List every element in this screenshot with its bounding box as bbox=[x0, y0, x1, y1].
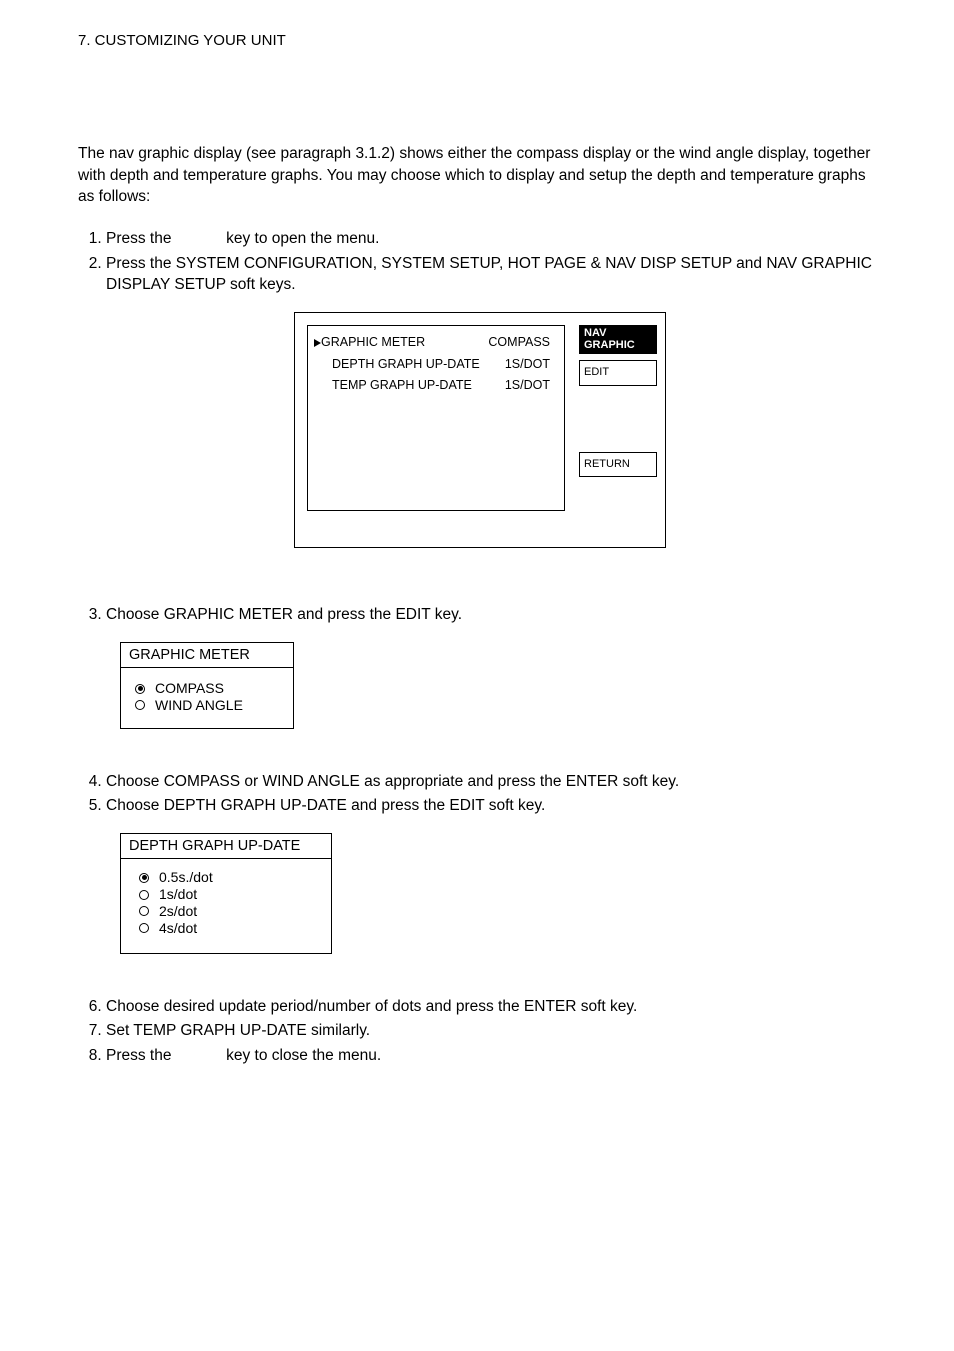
menu-row-2[interactable]: TEMP GRAPH UP-DATE 1S/DOT bbox=[314, 377, 556, 395]
gm-option-compass-label: COMPASS bbox=[155, 680, 224, 697]
return-softkey[interactable]: RETURN bbox=[579, 452, 657, 477]
graphic-meter-box-title: GRAPHIC METER bbox=[121, 643, 293, 668]
step-1-post: key to open the menu. bbox=[222, 230, 380, 247]
menu-row-0-label: GRAPHIC METER bbox=[314, 334, 425, 352]
graphic-meter-box: GRAPHIC METER COMPASS WIND ANGLE bbox=[120, 642, 294, 729]
step-8-pre: Press the bbox=[106, 1047, 176, 1064]
dg-option-3-label: 4s/dot bbox=[159, 920, 197, 937]
step-7: Set TEMP GRAPH UP-DATE similarly. bbox=[106, 1020, 882, 1042]
radio-empty-icon bbox=[139, 923, 149, 933]
graphic-meter-box-body: COMPASS WIND ANGLE bbox=[121, 668, 293, 728]
dg-option-2[interactable]: 2s/dot bbox=[139, 903, 317, 920]
step-8-post: key to close the menu. bbox=[222, 1047, 381, 1064]
page: 7. CUSTOMIZING YOUR UNIT The nav graphic… bbox=[0, 0, 954, 1351]
menu-content-pane: GRAPHIC METER COMPASS DEPTH GRAPH UP-DAT… bbox=[307, 325, 565, 511]
sidebar-title-line2: GRAPHIC bbox=[584, 339, 635, 351]
menu-row-0[interactable]: GRAPHIC METER COMPASS bbox=[314, 334, 556, 352]
menu-sidebar: NAV GRAPHIC EDIT RETURN bbox=[579, 325, 657, 511]
menu-row-1-value: 1S/DOT bbox=[505, 356, 556, 374]
dg-option-0-label: 0.5s./dot bbox=[159, 869, 213, 886]
step-5: Choose DEPTH GRAPH UP-DATE and press the… bbox=[106, 795, 882, 817]
radio-empty-icon bbox=[139, 890, 149, 900]
sidebar-title-line1: NAV bbox=[584, 327, 606, 339]
section-header: 7. CUSTOMIZING YOUR UNIT bbox=[78, 30, 882, 51]
dg-option-1[interactable]: 1s/dot bbox=[139, 886, 317, 903]
step-4: Choose COMPASS or WIND ANGLE as appropri… bbox=[106, 771, 882, 793]
step-2-text: Press the SYSTEM CONFIGURATION, SYSTEM S… bbox=[106, 255, 872, 294]
gm-option-compass[interactable]: COMPASS bbox=[135, 680, 279, 697]
sidebar-spacer bbox=[579, 386, 657, 452]
menu-row-2-label: TEMP GRAPH UP-DATE bbox=[332, 377, 472, 395]
menu-diagram-wrapper: GRAPHIC METER COMPASS DEPTH GRAPH UP-DAT… bbox=[78, 312, 882, 548]
menu-row-1-label: DEPTH GRAPH UP-DATE bbox=[332, 356, 480, 374]
dg-option-1-label: 1s/dot bbox=[159, 886, 197, 903]
depth-graph-box-body: 0.5s./dot 1s/dot 2s/dot 4s/dot bbox=[121, 859, 331, 952]
menu-row-2-value: 1S/DOT bbox=[505, 377, 556, 395]
radio-empty-icon bbox=[135, 700, 145, 710]
step-1: Press the key to open the menu. bbox=[106, 228, 882, 250]
depth-graph-box: DEPTH GRAPH UP-DATE 0.5s./dot 1s/dot 2s/… bbox=[120, 833, 332, 953]
step-2: Press the SYSTEM CONFIGURATION, SYSTEM S… bbox=[106, 253, 882, 296]
dg-option-2-label: 2s/dot bbox=[159, 903, 197, 920]
menu-row-0-label-text: GRAPHIC METER bbox=[321, 335, 425, 349]
dg-option-0[interactable]: 0.5s./dot bbox=[139, 869, 317, 886]
depth-graph-box-title: DEPTH GRAPH UP-DATE bbox=[121, 834, 331, 859]
gm-option-windangle[interactable]: WIND ANGLE bbox=[135, 697, 279, 714]
steps-4-5-list: Choose COMPASS or WIND ANGLE as appropri… bbox=[78, 771, 882, 817]
radio-empty-icon bbox=[139, 906, 149, 916]
step-3: Choose GRAPHIC METER and press the EDIT … bbox=[106, 604, 882, 626]
gm-option-windangle-label: WIND ANGLE bbox=[155, 697, 243, 714]
menu-row-1[interactable]: DEPTH GRAPH UP-DATE 1S/DOT bbox=[314, 356, 556, 374]
steps-6-8-list: Choose desired update period/number of d… bbox=[78, 996, 882, 1067]
step-6: Choose desired update period/number of d… bbox=[106, 996, 882, 1018]
radio-filled-icon bbox=[139, 873, 149, 883]
steps-mid-list: Choose GRAPHIC METER and press the EDIT … bbox=[78, 604, 882, 626]
menu-window: GRAPHIC METER COMPASS DEPTH GRAPH UP-DAT… bbox=[294, 312, 666, 548]
pointer-icon bbox=[314, 339, 321, 347]
edit-softkey[interactable]: EDIT bbox=[579, 360, 657, 385]
sidebar-bottom-spacer bbox=[579, 477, 657, 511]
intro-paragraph: The nav graphic display (see paragraph 3… bbox=[78, 143, 882, 208]
menu-row-0-value: COMPASS bbox=[488, 334, 556, 352]
steps-top-list: Press the key to open the menu. Press th… bbox=[78, 228, 882, 296]
step-8: Press the key to close the menu. bbox=[106, 1045, 882, 1067]
step-1-pre: Press the bbox=[106, 230, 176, 247]
dg-option-3[interactable]: 4s/dot bbox=[139, 920, 317, 937]
sidebar-title: NAV GRAPHIC bbox=[579, 325, 657, 354]
radio-filled-icon bbox=[135, 684, 145, 694]
